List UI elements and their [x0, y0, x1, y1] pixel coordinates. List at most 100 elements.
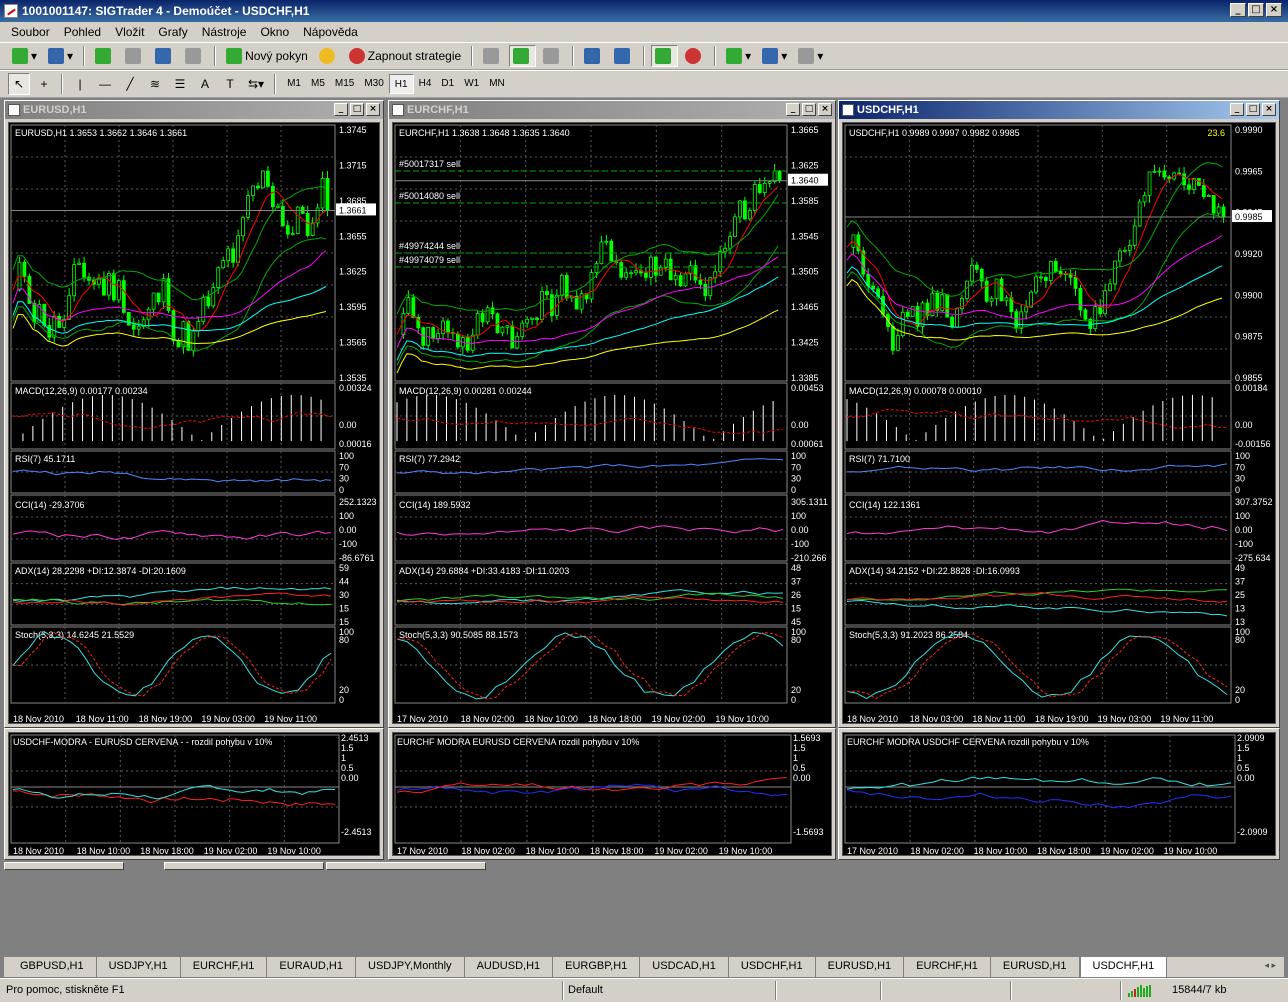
menu-item-4[interactable]: Nástroje	[195, 25, 254, 39]
minimize-button[interactable]: _	[334, 103, 348, 116]
timeframe-m1[interactable]: M1	[282, 74, 306, 94]
comparison-chart-area[interactable]: USDCHF-MODRA - EURUSD CERVENA - - rozdil…	[8, 732, 380, 856]
minimized-chart-window[interactable]	[4, 862, 124, 870]
close-button[interactable]: ×	[818, 103, 832, 116]
crosshair-tool[interactable]: +	[33, 73, 55, 95]
comparison-chart-area[interactable]: EURCHF MODRA USDCHF CERVENA rozdil pohyb…	[842, 732, 1276, 856]
chart-window-title[interactable]: USDCHF,H1 _ □ ×	[839, 101, 1279, 119]
chart-tab[interactable]: USDJPY,Monthly	[356, 957, 465, 977]
comparison-scale: 2.0909	[1237, 733, 1265, 743]
strategy-button[interactable]: Zapnout strategie	[345, 45, 465, 67]
chart-window[interactable]: EURCHF,H1 _ □ × EURCHF,H1 1.3638 1.3648 1.36…	[388, 100, 836, 728]
indicators-button[interactable]: ▾	[722, 45, 755, 67]
menu-item-0[interactable]: Soubor	[4, 25, 57, 39]
new-order-button[interactable]: Nový pokyn	[222, 45, 312, 67]
menu-item-5[interactable]: Okno	[253, 25, 296, 39]
label-tool[interactable]: T	[219, 73, 241, 95]
tab-scroll-arrows[interactable]: ◂ ▸	[1264, 960, 1276, 971]
horizontal-line-icon: —	[99, 77, 111, 91]
minimize-button[interactable]: _	[1230, 103, 1244, 116]
timeframe-h1[interactable]: H1	[388, 74, 414, 94]
candle-body	[191, 330, 196, 351]
maximize-button[interactable]: □	[350, 103, 364, 116]
timeframe-m5[interactable]: M5	[306, 74, 330, 94]
candlestick-button[interactable]	[509, 45, 537, 67]
trendline-tool[interactable]: ╱	[119, 73, 141, 95]
chart-tab[interactable]: EURGBP,H1	[553, 957, 641, 977]
maximize-button[interactable]: □	[1246, 103, 1260, 116]
menu-item-3[interactable]: Grafy	[151, 25, 194, 39]
comparison-chart-window[interactable]: USDCHF-MODRA - EURUSD CERVENA - - rozdil…	[4, 728, 384, 860]
chart-tab[interactable]: GBPUSD,H1	[8, 957, 97, 977]
adx-scale: 15	[791, 604, 801, 614]
timeframe-mn[interactable]: MN	[484, 74, 510, 94]
timeframe-d1[interactable]: D1	[436, 74, 459, 94]
comparison-chart-window[interactable]: EURCHF MODRA EURUSD CERVENA rozdil pohyb…	[388, 728, 836, 860]
auto-scroll-button[interactable]	[651, 45, 679, 67]
maximize-button[interactable]: □	[802, 103, 816, 116]
chart-tab[interactable]: USDJPY,H1	[97, 957, 181, 977]
timeframe-m15[interactable]: M15	[330, 74, 359, 94]
stoch-scale: 80	[339, 635, 349, 645]
minimized-chart-window[interactable]	[326, 862, 486, 870]
chart-tab[interactable]: EURUSD,H1	[991, 957, 1080, 977]
candle-body	[186, 321, 191, 351]
chart-tab[interactable]: EURCHF,H1	[181, 957, 268, 977]
minimize-button[interactable]: _	[1230, 3, 1246, 17]
text-tool[interactable]: A	[194, 73, 216, 95]
price-label: 1.3425	[791, 338, 819, 348]
menu-item-2[interactable]: Vložit	[108, 25, 151, 39]
status-divider	[1120, 981, 1122, 1000]
time-label: 18 Nov 10:00	[77, 846, 131, 856]
chart-tab[interactable]: USDCHF,H1	[1079, 957, 1168, 978]
chart-shift-button[interactable]	[681, 45, 708, 67]
chart-tab[interactable]: EURUSD,H1	[816, 957, 905, 977]
market-watch-button[interactable]	[91, 45, 118, 67]
timeframe-w1[interactable]: W1	[459, 74, 484, 94]
timeframe-m30[interactable]: M30	[359, 74, 388, 94]
bar-chart-button[interactable]	[479, 45, 506, 67]
chart-tab[interactable]: AUDUSD,H1	[465, 957, 554, 977]
chart-area[interactable]: EURCHF,H1 1.3638 1.3648 1.3635 1.3640 1.3…	[392, 122, 832, 724]
templates-button[interactable]: ▾	[794, 45, 827, 67]
strategy-label: Zapnout strategie	[367, 49, 462, 63]
strategy-tester-button[interactable]	[181, 45, 208, 67]
maximize-button[interactable]: □	[1248, 3, 1264, 17]
minimize-button[interactable]: _	[786, 103, 800, 116]
profiles-button[interactable]: ▾	[44, 45, 77, 67]
zoom-in-button[interactable]	[580, 45, 607, 67]
chart-tab[interactable]: EURCHF,H1	[904, 957, 991, 977]
menu-item-1[interactable]: Pohled	[57, 25, 108, 39]
horizontal-line-tool[interactable]: —	[94, 73, 116, 95]
candle-body	[594, 263, 599, 273]
new-chart-button[interactable]: ▾	[8, 45, 41, 67]
comparison-chart-window[interactable]: EURCHF MODRA USDCHF CERVENA rozdil pohyb…	[838, 728, 1280, 860]
channel-tool[interactable]: ≋	[144, 73, 166, 95]
comparison-chart-area[interactable]: EURCHF MODRA EURUSD CERVENA rozdil pohyb…	[392, 732, 832, 856]
metaeditor-button[interactable]	[315, 45, 342, 67]
chart-tab[interactable]: EURAUD,H1	[267, 957, 356, 977]
chart-area[interactable]: EURUSD,H1 1.3653 1.3662 1.3646 1.3661 1.3…	[8, 122, 380, 724]
close-button[interactable]: ×	[1266, 3, 1282, 17]
periods-button[interactable]: ▾	[758, 45, 791, 67]
minimized-chart-window[interactable]	[164, 862, 324, 870]
chart-tab[interactable]: USDCAD,H1	[640, 957, 729, 977]
chart-window[interactable]: USDCHF,H1 _ □ × USDCHF,H1 0.9989 0.9997 0.99…	[838, 100, 1280, 728]
vertical-line-tool[interactable]: |	[69, 73, 91, 95]
close-button[interactable]: ×	[366, 103, 380, 116]
timeframe-h4[interactable]: H4	[414, 74, 437, 94]
line-chart-button[interactable]	[539, 45, 566, 67]
fibonacci-tool[interactable]: ☰	[169, 73, 191, 95]
zoom-out-button[interactable]	[610, 45, 637, 67]
navigator-button[interactable]	[121, 45, 148, 67]
arrows-tool[interactable]: ⇆▾	[244, 73, 268, 95]
chart-tab[interactable]: USDCHF,H1	[729, 957, 816, 977]
terminal-button[interactable]	[151, 45, 178, 67]
chart-window-title[interactable]: EURCHF,H1 _ □ ×	[389, 101, 835, 119]
chart-area[interactable]: USDCHF,H1 0.9989 0.9997 0.9982 0.9985 0.9…	[842, 122, 1276, 724]
menu-item-6[interactable]: Nápověda	[296, 25, 365, 39]
cursor-tool[interactable]: ↖	[8, 73, 30, 95]
chart-window[interactable]: EURUSD,H1 _ □ × EURUSD,H1 1.3653 1.3662 1.36…	[4, 100, 384, 728]
close-button[interactable]: ×	[1262, 103, 1276, 116]
chart-window-title[interactable]: EURUSD,H1 _ □ ×	[5, 101, 383, 119]
